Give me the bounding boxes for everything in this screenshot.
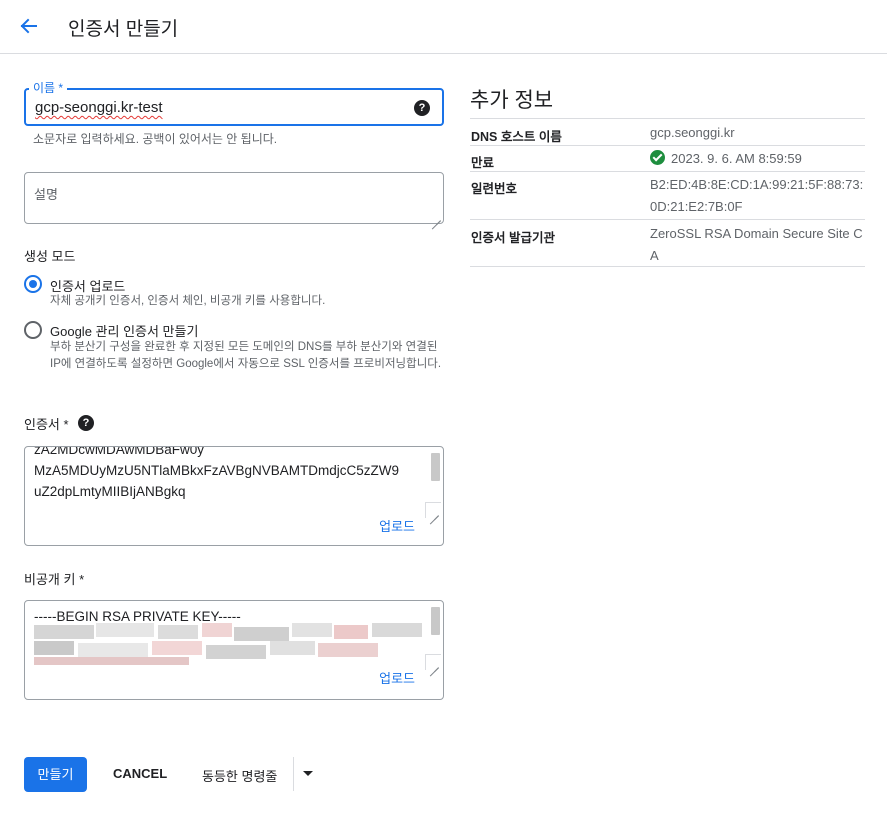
info-value: ZeroSSL RSA Domain Secure Site CA bbox=[650, 226, 863, 263]
description-placeholder: 설명 bbox=[34, 187, 58, 202]
radio-upload-certificate-description: 자체 공개키 인증서, 인증서 체인, 비공개 키를 사용합니다. bbox=[50, 295, 326, 307]
private-key-upload-button[interactable]: 업로드 bbox=[379, 668, 415, 687]
redacted-key-content bbox=[34, 623, 429, 669]
name-hint: 소문자로 입력하세요. 공백이 있어서는 안 됩니다. bbox=[33, 132, 278, 146]
certificate-resize-handle[interactable] bbox=[425, 502, 441, 518]
name-input[interactable]: gcp-seonggi.kr-test ? bbox=[24, 88, 444, 126]
back-arrow-icon[interactable] bbox=[14, 12, 42, 40]
certificate-line: zA2MDcwMDAwMDBaFw0y bbox=[34, 446, 205, 457]
private-key-textarea[interactable]: -----BEGIN RSA PRIVATE KEY----- 업로드 bbox=[24, 600, 444, 700]
chevron-down-icon[interactable] bbox=[303, 771, 313, 776]
equivalent-command-button[interactable]: 동등한 명령줄 bbox=[202, 766, 277, 785]
info-value: gcp.seonggi.kr bbox=[650, 125, 735, 140]
info-row-expiry: 만료 2023. 9. 6. AM 8:59:59 bbox=[470, 145, 865, 171]
info-row-dns: DNS 호스트 이름 gcp.seonggi.kr bbox=[470, 118, 865, 145]
info-row-serial: 일련번호 B2:ED:4B:8E:CD:1A:99:21:5F:88:73:0D… bbox=[470, 171, 865, 219]
certificate-line: MzA5MDUyMzU5NTlaMBkxFzAVBgNVBAMTDmdjcC5z… bbox=[34, 463, 400, 478]
page-title: 인증서 만들기 bbox=[68, 19, 179, 40]
resize-handle-icon[interactable] bbox=[431, 211, 441, 221]
private-key-first-line: -----BEGIN RSA PRIVATE KEY----- bbox=[34, 609, 241, 624]
certificate-help-icon[interactable]: ? bbox=[78, 415, 94, 431]
name-input-value[interactable]: gcp-seonggi.kr-test bbox=[35, 99, 163, 116]
info-key: 만료 bbox=[471, 156, 495, 170]
certificate-textarea[interactable]: zA2MDcwMDAwMDBaFw0y MzA5MDUyMzU5NTlaMBkx… bbox=[24, 446, 444, 546]
private-key-label: 비공개 키 * bbox=[24, 572, 85, 587]
info-table: DNS 호스트 이름 gcp.seonggi.kr 만료 2023. 9. 6.… bbox=[470, 118, 865, 267]
creation-mode-label: 생성 모드 bbox=[24, 249, 76, 264]
name-field-label: 이름 * bbox=[29, 79, 68, 96]
cancel-button[interactable]: CANCEL bbox=[113, 766, 167, 781]
info-panel-title: 추가 정보 bbox=[470, 89, 554, 112]
info-key: DNS 호스트 이름 bbox=[471, 130, 562, 144]
certificate-line: uZ2dpLmtyMIIBIjANBgkq bbox=[34, 484, 186, 499]
private-key-scrollbar[interactable] bbox=[431, 607, 440, 635]
create-button[interactable]: 만들기 bbox=[24, 757, 87, 792]
help-icon[interactable]: ? bbox=[414, 100, 430, 116]
check-circle-icon bbox=[650, 150, 665, 165]
info-key: 일련번호 bbox=[471, 182, 518, 196]
certificate-scrollbar[interactable] bbox=[431, 453, 440, 481]
info-value: B2:ED:4B:8E:CD:1A:99:21:5F:88:73:0D:21:E… bbox=[650, 177, 864, 214]
info-value-expiry: 2023. 9. 6. AM 8:59:59 bbox=[650, 148, 866, 170]
radio-google-managed-label[interactable]: Google 관리 인증서 만들기 bbox=[50, 321, 198, 340]
info-key: 인증서 발급기관 bbox=[471, 231, 555, 245]
certificate-text[interactable]: zA2MDcwMDAwMDBaFw0y MzA5MDUyMzU5NTlaMBkx… bbox=[34, 446, 429, 502]
info-row-issuer: 인증서 발급기관 ZeroSSL RSA Domain Secure Site … bbox=[470, 219, 865, 267]
resize-handle-icon bbox=[429, 506, 439, 516]
description-textarea[interactable]: 설명 bbox=[24, 172, 444, 224]
button-divider bbox=[293, 757, 294, 791]
certificate-label: 인증서 * bbox=[24, 417, 69, 432]
radio-google-managed-description: 부하 분산기 구성을 완료한 후 지정된 모든 도메인의 DNS를 부하 분산기… bbox=[50, 341, 442, 370]
page-header: 인증서 만들기 bbox=[0, 0, 887, 54]
resize-handle-icon bbox=[429, 658, 439, 668]
private-key-resize-handle[interactable] bbox=[425, 654, 441, 670]
radio-upload-certificate[interactable] bbox=[24, 275, 42, 293]
expiry-date: 2023. 9. 6. AM 8:59:59 bbox=[671, 151, 802, 166]
radio-google-managed[interactable] bbox=[24, 321, 42, 339]
certificate-upload-button[interactable]: 업로드 bbox=[379, 516, 415, 535]
